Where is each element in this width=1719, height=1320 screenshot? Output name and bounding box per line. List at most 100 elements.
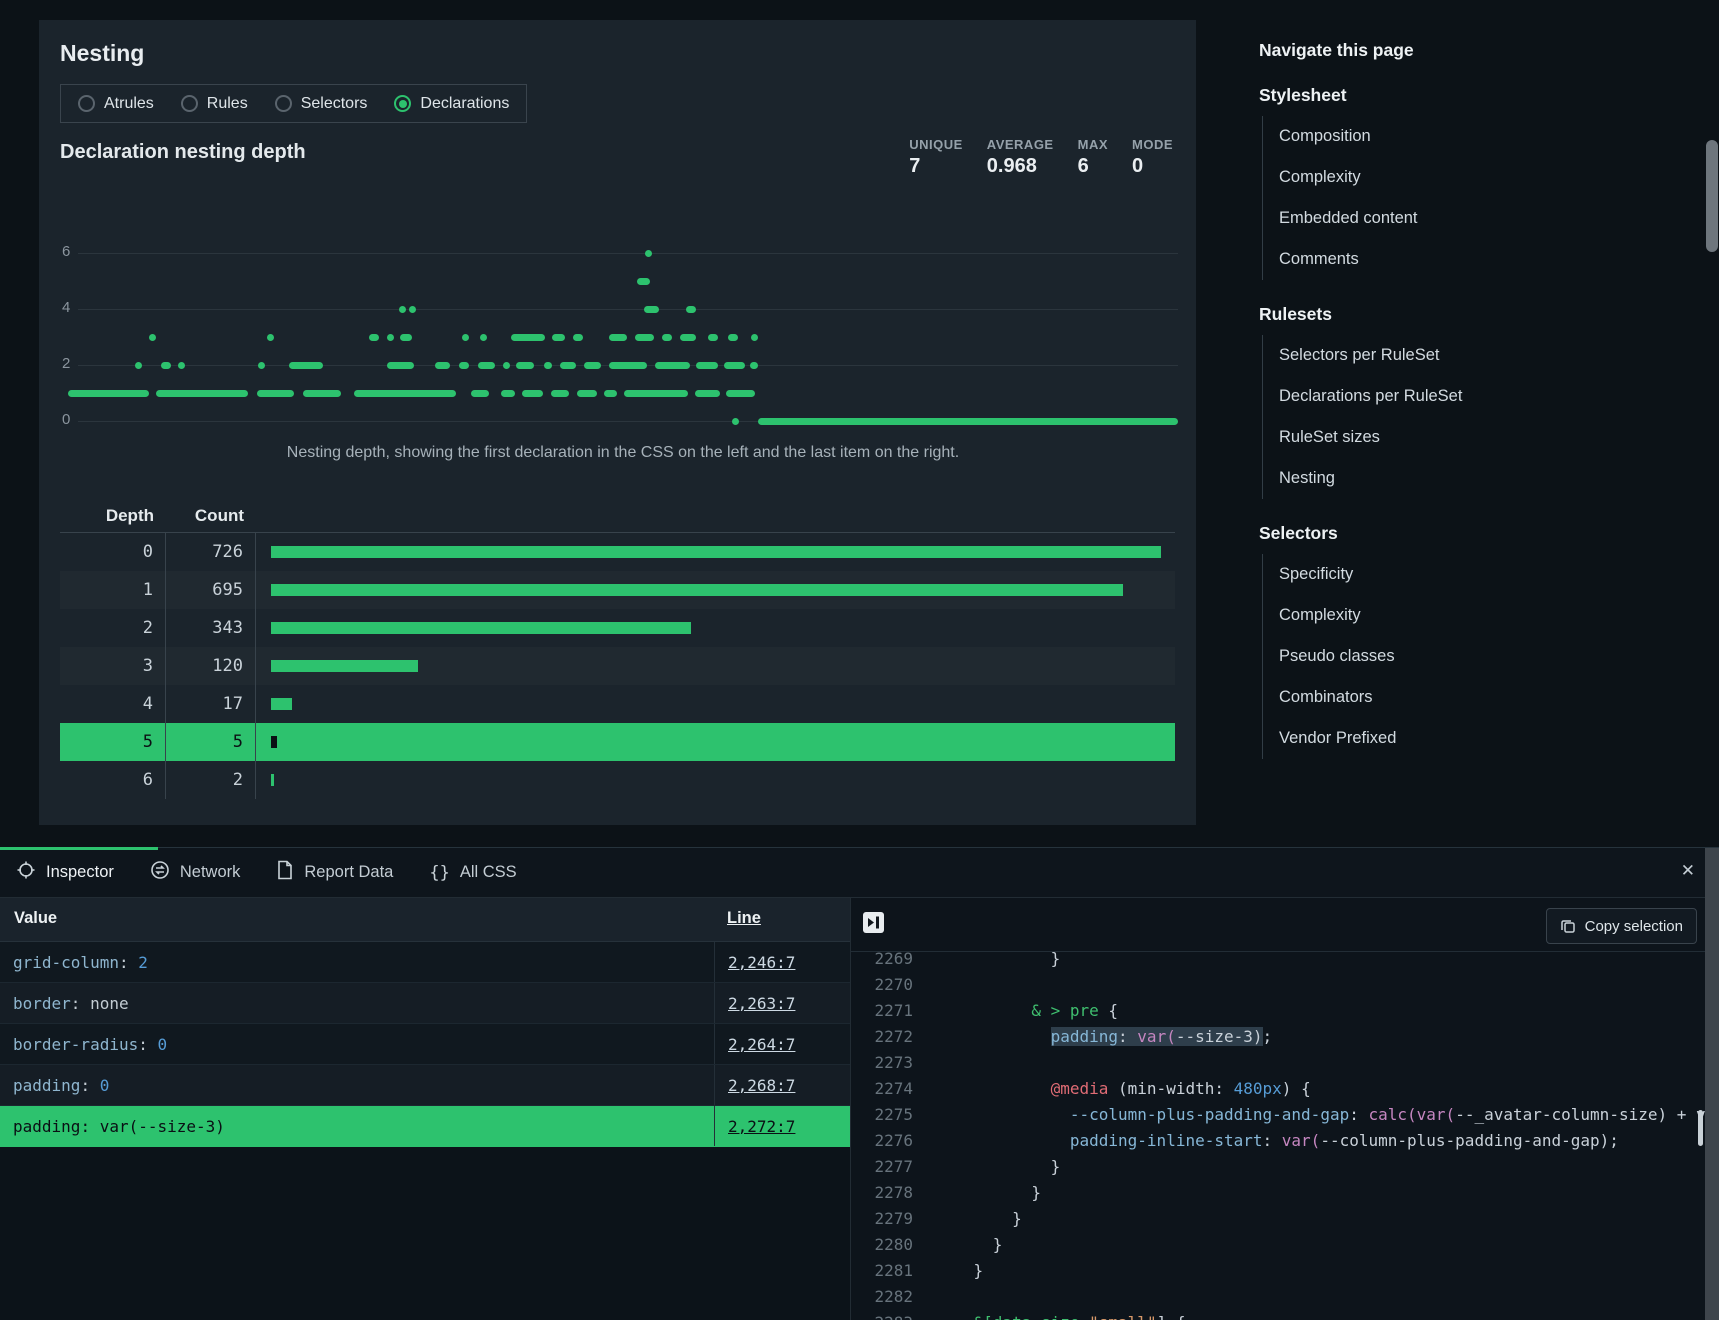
inspector-row[interactable]: padding: 02,268:7 (0, 1065, 850, 1106)
chart-ytick-label: 4 (62, 299, 82, 316)
sidebar-item-comments[interactable]: Comments (1279, 239, 1689, 280)
code-token: } (935, 951, 1060, 968)
chart-dot-run (387, 334, 394, 341)
code-line-text: &[data-size="small"] { (935, 1310, 1185, 1320)
code-token: { (1099, 1001, 1118, 1020)
code-line: 2278 } (851, 1180, 1705, 1206)
css-property-value: var(--size-3) (100, 1117, 225, 1136)
line-link[interactable]: 2,263:7 (728, 994, 795, 1013)
line-link[interactable]: 2,268:7 (728, 1076, 795, 1095)
code-scrollbar-thumb[interactable] (1698, 1110, 1703, 1146)
table-row-depth-6[interactable]: 62 (60, 761, 1175, 799)
sidebar-item-selectors-per-ruleset[interactable]: Selectors per RuleSet (1279, 335, 1689, 376)
close-panel-button[interactable]: ✕ (1681, 861, 1695, 881)
table-row-depth-4[interactable]: 417 (60, 685, 1175, 723)
chart-dot-run (68, 390, 149, 397)
code-token (935, 1313, 974, 1320)
stat-value: 6 (1078, 155, 1108, 178)
code-editor[interactable]: 2269 }22702271 & > pre {2272 padding: va… (851, 951, 1705, 1320)
chart-dot-run (435, 362, 449, 369)
page-scrollbar-thumb[interactable] (1706, 140, 1718, 252)
radio-option-atrules[interactable]: Atrules (78, 95, 154, 113)
table-row-depth-5[interactable]: 55 (60, 723, 1175, 761)
radio-option-declarations[interactable]: Declarations (394, 95, 509, 113)
page-navigation: Navigate this page StylesheetComposition… (1259, 40, 1689, 759)
sidebar-section-stylesheet: Stylesheet (1259, 85, 1689, 106)
radio-option-selectors[interactable]: Selectors (275, 95, 368, 113)
sidebar-item-composition[interactable]: Composition (1279, 116, 1689, 157)
code-token: } (935, 1183, 1041, 1202)
sidebar-item-vendor-prefixed[interactable]: Vendor Prefixed (1279, 718, 1689, 759)
table-row-depth-0[interactable]: 0726 (60, 533, 1175, 571)
chart-dot-run (696, 362, 718, 369)
css-property-name: border-radius (13, 1035, 138, 1054)
copy-selection-label: Copy selection (1585, 918, 1683, 935)
chart-dot-run (624, 390, 688, 397)
tab-inspector[interactable]: Inspector (16, 860, 114, 885)
sidebar-item-combinators[interactable]: Combinators (1279, 677, 1689, 718)
line-number: 2279 (851, 1206, 913, 1232)
chart-gridline (78, 253, 1178, 254)
chart-dot-run (732, 418, 739, 425)
chart-dot-run (609, 362, 648, 369)
sidebar-item-embedded-content[interactable]: Embedded content (1279, 198, 1689, 239)
stats-row: UNIQUE7AVERAGE0.968MAX6MODE0 (909, 137, 1173, 178)
chart-dot-run (522, 390, 543, 397)
tab-report-data[interactable]: Report Data (276, 860, 393, 885)
table-row-depth-3[interactable]: 3120 (60, 647, 1175, 685)
line-link[interactable]: 2,246:7 (728, 953, 795, 972)
radio-circle-icon (275, 95, 292, 112)
sidebar-item-declarations-per-ruleset[interactable]: Declarations per RuleSet (1279, 376, 1689, 417)
chart-dot-run (680, 334, 697, 341)
bar-cell (256, 761, 1175, 799)
chart-dot-run (609, 334, 628, 341)
sidebar-item-nesting[interactable]: Nesting (1279, 458, 1689, 499)
colon: : (138, 1035, 157, 1054)
line-number: 2270 (851, 972, 913, 998)
code-viewer: Copy selection 2269 }22702271 & > pre {2… (851, 898, 1719, 1320)
inspector-row[interactable]: padding: var(--size-3)2,272:7 (0, 1106, 850, 1147)
css-property-name: grid-column (13, 953, 119, 972)
inspector-row[interactable]: border-radius: 02,264:7 (0, 1024, 850, 1065)
line-column-header-sort[interactable]: Line (727, 909, 761, 928)
sidebar-item-pseudo-classes[interactable]: Pseudo classes (1279, 636, 1689, 677)
code-line-text: } (935, 1154, 1060, 1180)
copy-selection-button[interactable]: Copy selection (1546, 908, 1697, 944)
depth-count-table-header: Depth Count (60, 499, 1175, 533)
count-cell: 17 (166, 685, 256, 723)
count-bar (271, 698, 292, 710)
line-number: 2271 (851, 998, 913, 1024)
chart-dot-run (560, 362, 577, 369)
colon: : (80, 1117, 99, 1136)
sidebar-item-complexity[interactable]: Complexity (1279, 157, 1689, 198)
chart-dot-run (584, 362, 601, 369)
bar-cell (256, 571, 1175, 609)
tab-network[interactable]: Network (150, 860, 241, 885)
line-link[interactable]: 2,264:7 (728, 1035, 795, 1054)
tab-all-css[interactable]: {}All CSS (429, 863, 516, 883)
table-row-depth-1[interactable]: 1695 (60, 571, 1175, 609)
stat-mode: MODE0 (1132, 137, 1173, 178)
inspector-row[interactable]: border: none 2,263:7 (0, 983, 850, 1024)
stat-label: AVERAGE (987, 137, 1054, 152)
inspector-row[interactable]: grid-column: 22,246:7 (0, 942, 850, 983)
code-line-text: } (935, 1206, 1022, 1232)
line-link[interactable]: 2,272:7 (728, 1117, 795, 1136)
sidebar-item-specificity[interactable]: Specificity (1279, 554, 1689, 595)
radio-label: Atrules (104, 95, 154, 113)
panel-scrollbar-track[interactable] (1705, 848, 1719, 1320)
code-line-text: & > pre { (935, 998, 1118, 1024)
depth-cell: 0 (60, 533, 166, 571)
chart-dot-run (289, 362, 323, 369)
section-title: Declaration nesting depth (60, 141, 306, 164)
table-row-depth-2[interactable]: 2343 (60, 609, 1175, 647)
code-token: : (1263, 1131, 1282, 1150)
sidebar-item-ruleset-sizes[interactable]: RuleSet sizes (1279, 417, 1689, 458)
stat-max: MAX6 (1078, 137, 1108, 178)
radio-circle-icon (181, 95, 198, 112)
radio-option-rules[interactable]: Rules (181, 95, 248, 113)
sidebar-item-complexity[interactable]: Complexity (1279, 595, 1689, 636)
count-cell: 343 (166, 609, 256, 647)
open-sidebar-icon[interactable] (863, 912, 884, 933)
declaration-value-cell: border: none (0, 994, 714, 1013)
